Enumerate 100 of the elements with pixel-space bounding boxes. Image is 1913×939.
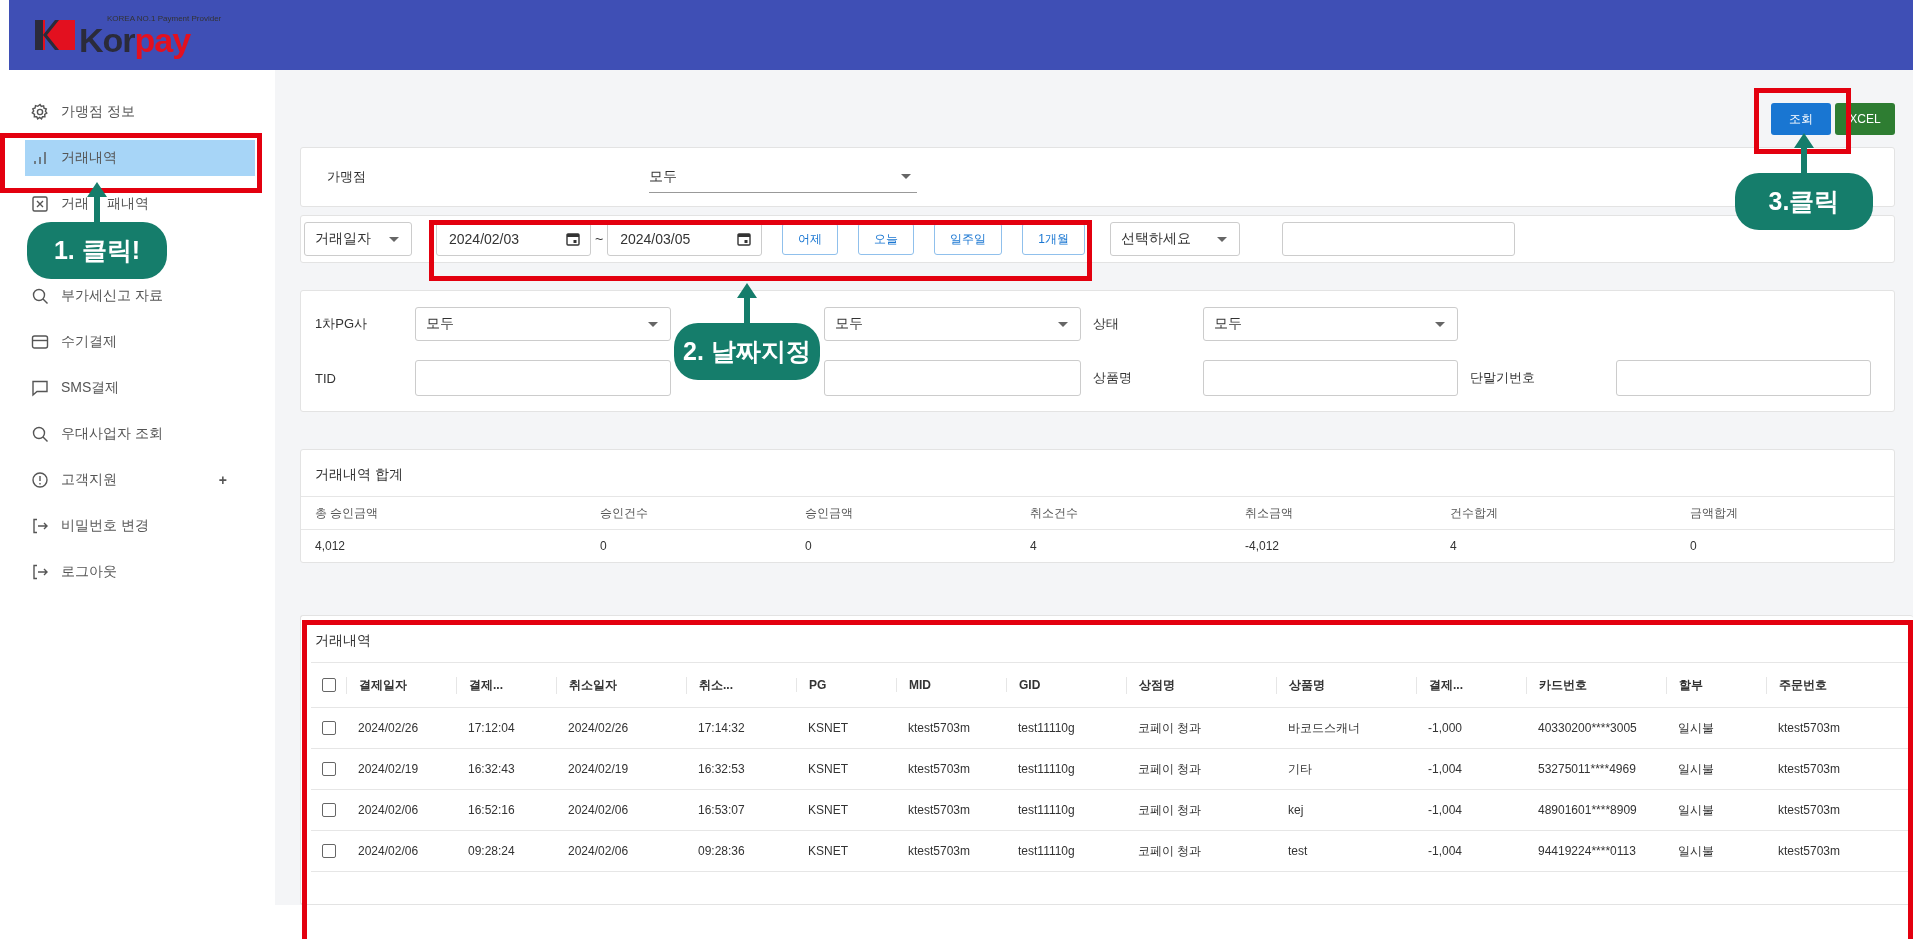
checkbox[interactable] xyxy=(321,844,336,858)
column-header[interactable]: 주문번호 xyxy=(1779,677,1827,692)
calendar-icon[interactable] xyxy=(737,232,752,246)
table-cell: 53275011****4969 xyxy=(1538,762,1636,776)
action-button[interactable]: XCEL xyxy=(1835,103,1895,135)
callout-tooltip: 1. 클릭! xyxy=(27,222,167,279)
input-field[interactable] xyxy=(1616,360,1871,396)
column-header: 금액합계 xyxy=(1690,504,1739,522)
column-header[interactable]: 상점명 xyxy=(1139,677,1175,692)
column-header[interactable]: 결제... xyxy=(469,677,503,692)
table-cell: 2024/02/26 xyxy=(358,721,419,735)
checkbox[interactable] xyxy=(321,678,336,692)
input-field[interactable] xyxy=(824,360,1081,396)
table-cell: ktest5703m xyxy=(1778,721,1841,735)
column-header[interactable]: 결제일자 xyxy=(359,677,407,692)
table-cell: 2024/02/26 xyxy=(568,721,629,735)
table-cell: test11110g xyxy=(1018,844,1075,858)
alert-icon xyxy=(31,471,49,489)
column-header[interactable]: 취소... xyxy=(699,677,733,692)
sidebar-item[interactable]: 거래내역 xyxy=(25,140,255,176)
date-preset-button[interactable]: 어제 xyxy=(782,223,839,255)
table-cell: 2024/02/19 xyxy=(568,762,629,776)
column-header[interactable]: 취소일자 xyxy=(569,677,617,692)
table-cell: 17:14:32 xyxy=(698,721,745,735)
checkbox[interactable] xyxy=(321,803,336,817)
column-header: 승인건수 xyxy=(600,504,649,522)
column-header[interactable]: MID xyxy=(909,678,931,692)
table-cell: 2024/02/19 xyxy=(358,762,419,776)
card-title: 거래내역 합계 xyxy=(301,450,1894,497)
table-cell: 코페이 청과 xyxy=(1138,843,1202,858)
table-cell: 기타 xyxy=(1288,761,1312,776)
table-cell: 일시불 xyxy=(1678,761,1714,776)
table-cell: -1,004 xyxy=(1428,803,1463,817)
table-cell: -1,004 xyxy=(1428,762,1463,776)
column-header[interactable]: 결제... xyxy=(1429,677,1463,692)
sidebar-item[interactable]: 비밀번호 변경 xyxy=(25,508,255,544)
search-icon xyxy=(31,287,49,305)
select-field[interactable]: 모두 xyxy=(1203,307,1458,341)
table-cell: kej xyxy=(1288,803,1304,817)
table-cell: 일시불 xyxy=(1678,802,1714,817)
sidebar-item[interactable]: 로그아웃 xyxy=(25,554,255,590)
column-header[interactable]: 상품명 xyxy=(1289,677,1325,692)
gear-icon xyxy=(31,103,49,121)
table-cell-text: 0 xyxy=(1690,539,1698,553)
checkbox[interactable] xyxy=(321,762,336,776)
sidebar-item[interactable]: 부가세신고 자료 xyxy=(25,278,255,314)
table-cell: 40330200****3005 xyxy=(1538,721,1637,735)
sidebar-item[interactable]: SMS결제 xyxy=(25,370,255,406)
calendar-icon[interactable] xyxy=(566,232,580,246)
logo-mark-icon xyxy=(35,20,75,50)
range-separator: ~ xyxy=(595,231,604,247)
xbox-icon xyxy=(31,195,49,213)
column-header[interactable]: PG xyxy=(809,678,827,692)
input-field[interactable] xyxy=(1203,360,1458,396)
table-cell: 2024/02/06 xyxy=(568,844,629,858)
select-field[interactable]: 모두 xyxy=(824,307,1081,341)
table-cell: ktest5703m xyxy=(908,844,971,858)
sidebar-item[interactable]: 가맹점 정보 xyxy=(25,94,255,130)
column-header[interactable]: 카드번호 xyxy=(1539,677,1587,692)
sidebar-item[interactable]: 고객지원 + xyxy=(25,462,255,498)
column-header: 취소금액 xyxy=(1245,504,1294,522)
table-cell: ktest5703m xyxy=(908,803,971,817)
column-header: 총 승인금액 xyxy=(315,504,380,522)
callout-tooltip: 2. 날짜지정 xyxy=(674,323,820,380)
table-cell: 16:53:07 xyxy=(698,803,745,817)
select-field[interactable]: 모두 xyxy=(415,307,671,341)
checkbox[interactable] xyxy=(321,721,336,735)
table-cell: 16:32:43 xyxy=(468,762,515,776)
sidebar-item[interactable]: 우대사업자 조회 xyxy=(25,416,255,452)
table-cell-text: 0 xyxy=(805,539,813,553)
expand-plus[interactable]: + xyxy=(218,472,227,488)
card-title: 거래내역 xyxy=(314,631,372,650)
date-field[interactable]: 2024/03/05 xyxy=(607,222,763,256)
sidebar-item[interactable]: 수기결제 xyxy=(25,324,255,360)
table-cell: KSNET xyxy=(808,803,848,817)
table-cell-text: 4 xyxy=(1030,539,1038,553)
search-field[interactable] xyxy=(1281,222,1515,256)
action-button[interactable]: 조회 xyxy=(1771,103,1831,135)
exit-icon xyxy=(31,563,49,581)
up-arrow-tooltip xyxy=(87,182,107,224)
table-cell: test11110g xyxy=(1018,721,1075,735)
table-cell: 09:28:24 xyxy=(468,844,515,858)
column-header[interactable]: 할부 xyxy=(1679,677,1703,692)
input-field[interactable] xyxy=(415,360,671,396)
option-select[interactable]: 선택하세요 xyxy=(1109,222,1240,256)
date-preset-button[interactable]: 오늘 xyxy=(858,223,915,255)
table-cell: 17:12:04 xyxy=(468,721,515,735)
date-type-select[interactable]: 거래일자 xyxy=(304,222,412,256)
column-header: 승인금액 xyxy=(805,504,854,522)
date-field[interactable]: 2024/02/03 xyxy=(436,222,591,256)
column-header[interactable]: GID xyxy=(1019,678,1041,692)
date-preset-button[interactable]: 1개월 xyxy=(1022,223,1085,255)
sidebar-item[interactable]: 거래 패내역 xyxy=(25,186,255,222)
column-header: 취소건수 xyxy=(1030,504,1079,522)
merchant-select[interactable]: 모두 xyxy=(649,161,917,193)
field-label: 1차PG사 xyxy=(315,316,367,331)
date-preset-button[interactable]: 일주일 xyxy=(934,223,1003,255)
column-header: 건수합계 xyxy=(1450,504,1499,522)
field-label: 단말기번호 xyxy=(1470,370,1535,385)
table-cell: -1,000 xyxy=(1428,721,1463,735)
